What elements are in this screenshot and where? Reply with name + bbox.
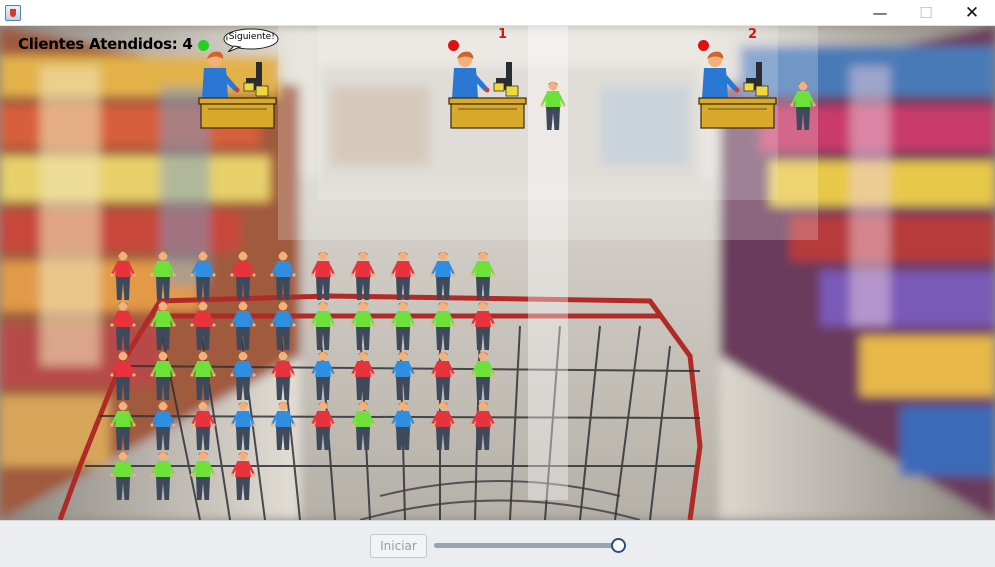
- waiting-customer-icon: [108, 400, 138, 452]
- waiting-customer-icon: [228, 300, 258, 352]
- served-customers-counter: Clientes Atendidos: 4: [18, 35, 193, 55]
- close-button[interactable]: ✕: [949, 0, 995, 26]
- waiting-customer-icon: [308, 350, 338, 402]
- waiting-customer-icon: [428, 250, 458, 302]
- waiting-customer-icon: [308, 300, 338, 352]
- served-customers-label: Clientes Atendidos:: [18, 35, 183, 53]
- waiting-customer-icon: [228, 450, 258, 502]
- register-2-number: 2: [748, 27, 758, 42]
- waiting-customer-icon: [388, 400, 418, 452]
- simulation-canvas: Clientes Atendidos: 4 1 2 ¡Siguiente!: [0, 26, 995, 520]
- waiting-customer-icon: [428, 300, 458, 352]
- waiting-customer-icon: [428, 350, 458, 402]
- cashier-0-icon: [198, 50, 278, 130]
- waiting-customer-icon: [148, 300, 178, 352]
- speed-slider-fill: [434, 543, 619, 548]
- waiting-customer-icon: [348, 250, 378, 302]
- maximize-button[interactable]: ☐: [903, 0, 949, 26]
- register-1-customer-icon: [538, 80, 568, 132]
- served-customers-value: 4: [182, 35, 193, 53]
- speed-slider[interactable]: [432, 537, 632, 555]
- waiting-customer-icon: [388, 250, 418, 302]
- java-app-icon: [5, 5, 21, 21]
- waiting-customer-icon: [228, 250, 258, 302]
- waiting-customer-icon: [468, 350, 498, 402]
- waiting-customer-icon: [188, 400, 218, 452]
- waiting-customer-icon: [308, 250, 338, 302]
- speed-slider-thumb[interactable]: [610, 538, 626, 553]
- window-titlebar: — ☐ ✕: [0, 0, 995, 26]
- waiting-customer-icon: [268, 400, 298, 452]
- waiting-customer-icon: [188, 250, 218, 302]
- waiting-customer-icon: [308, 400, 338, 452]
- waiting-customer-icon: [268, 250, 298, 302]
- waiting-customer-icon: [388, 350, 418, 402]
- waiting-customer-icon: [388, 300, 418, 352]
- start-button[interactable]: Iniciar: [370, 534, 427, 558]
- cashier-2-icon: [698, 50, 778, 130]
- waiting-customer-icon: [268, 300, 298, 352]
- waiting-customer-icon: [228, 350, 258, 402]
- waiting-customer-icon: [148, 250, 178, 302]
- waiting-customer-icon: [268, 350, 298, 402]
- waiting-customer-icon: [348, 350, 378, 402]
- waiting-customer-icon: [228, 400, 258, 452]
- speech-bubble-text: ¡Siguiente!: [225, 32, 275, 42]
- waiting-customer-icon: [148, 350, 178, 402]
- cashier-1-icon: [448, 50, 528, 130]
- waiting-customer-icon: [108, 450, 138, 502]
- waiting-customer-icon: [348, 400, 378, 452]
- waiting-customer-icon: [468, 250, 498, 302]
- register-1-number: 1: [498, 27, 508, 42]
- minimize-button[interactable]: —: [857, 0, 903, 26]
- waiting-customer-icon: [348, 300, 378, 352]
- waiting-customer-icon: [188, 300, 218, 352]
- waiting-customer-icon: [108, 300, 138, 352]
- waiting-customer-icon: [108, 250, 138, 302]
- waiting-customer-icon: [188, 350, 218, 402]
- waiting-customer-icon: [428, 400, 458, 452]
- waiting-customer-icon: [148, 400, 178, 452]
- waiting-customer-icon: [468, 400, 498, 452]
- waiting-customer-icon: [188, 450, 218, 502]
- register-2-customer-icon: [788, 80, 818, 132]
- waiting-customer-icon: [468, 300, 498, 352]
- waiting-customer-icon: [108, 350, 138, 402]
- waiting-customer-icon: [148, 450, 178, 502]
- control-bar: Iniciar: [0, 520, 995, 567]
